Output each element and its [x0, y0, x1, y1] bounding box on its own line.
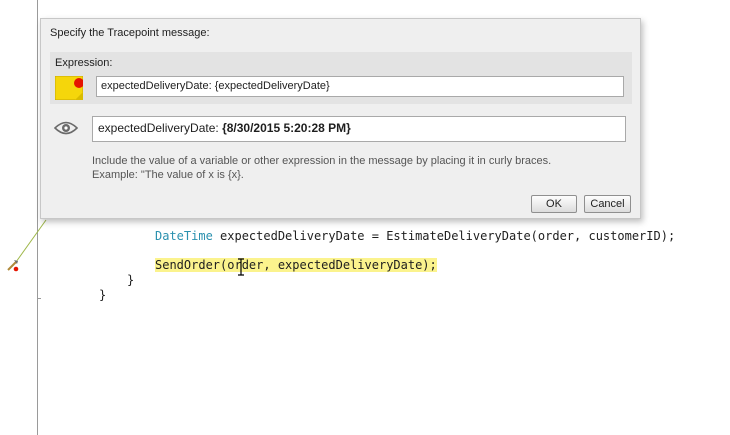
editor-gutter-line — [37, 0, 38, 435]
eye-icon — [53, 120, 79, 136]
text-cursor-icon — [236, 258, 246, 276]
code-closing-brace-outer: } — [99, 288, 107, 302]
expression-label: Expression: — [55, 57, 113, 69]
cancel-button[interactable]: Cancel — [584, 195, 631, 213]
help-line-2: Example: "The value of x is {x}. — [92, 169, 244, 181]
code-line-sendorder[interactable]: SendOrder(order, expectedDeliveryDate); — [155, 258, 437, 272]
code-statement: expectedDeliveryDate = EstimateDeliveryD… — [212, 229, 676, 243]
gutter-tick — [37, 298, 41, 299]
dialog-title: Specify the Tracepoint message: — [50, 27, 210, 39]
result-value: {8/30/2015 5:20:28 PM} — [222, 121, 351, 135]
expression-input[interactable]: expectedDeliveryDate: {expectedDeliveryD… — [96, 76, 624, 97]
evaluated-result-field: expectedDeliveryDate: {8/30/2015 5:20:28… — [92, 116, 626, 142]
type-keyword: DateTime — [155, 229, 213, 243]
tracepoint-icon[interactable] — [5, 258, 21, 274]
tracepoint-note-icon — [54, 75, 84, 101]
help-line-1: Include the value of a variable or other… — [92, 155, 552, 167]
code-closing-brace-inner: } — [127, 273, 135, 287]
highlighted-statement: SendOrder(order, expectedDeliveryDate); — [155, 258, 437, 272]
code-line-datetime: DateTime expectedDeliveryDate = Estimate… — [155, 229, 675, 243]
help-text: Include the value of a variable or other… — [92, 154, 632, 182]
result-prefix: expectedDeliveryDate: — [98, 121, 223, 135]
expression-panel: Expression: expectedDeliveryDate: {expec… — [50, 52, 632, 104]
tracepoint-message-dialog: Specify the Tracepoint message: Expressi… — [40, 18, 641, 219]
ok-button[interactable]: OK — [531, 195, 577, 213]
